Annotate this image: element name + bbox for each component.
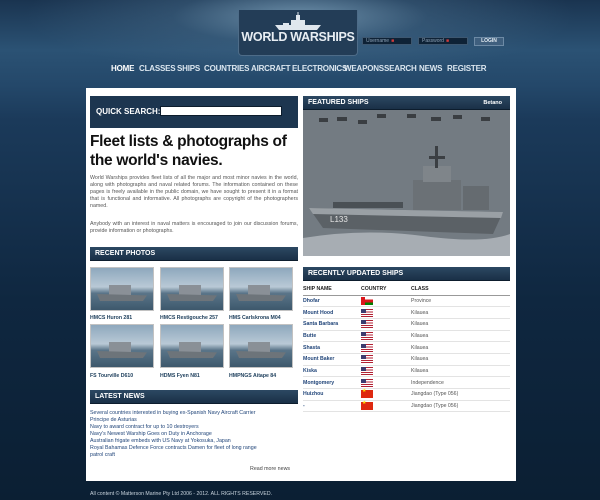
china-flag-icon bbox=[361, 400, 373, 411]
table-row: Mount Hood Kilauea bbox=[303, 306, 510, 319]
table-header-row: SHIP NAME COUNTRY CLASS bbox=[303, 283, 510, 296]
photo-thumbnail[interactable] bbox=[229, 267, 293, 311]
ship-class: Jiangdao (Type 056) bbox=[411, 400, 510, 413]
ship-class: Jiangdao (Type 056) bbox=[411, 388, 510, 401]
china-flag-icon bbox=[361, 388, 373, 399]
usa-flag-icon bbox=[361, 378, 373, 387]
usa-flag-icon bbox=[361, 308, 373, 317]
featured-header: FEATURED SHIPS Betano bbox=[303, 96, 510, 110]
photo-caption[interactable]: HMS Carlskrona M04 bbox=[229, 315, 281, 321]
nav-news[interactable]: NEWS bbox=[419, 64, 442, 73]
footer-copyright: All content © Matterson Marine Pty Ltd 2… bbox=[90, 491, 273, 497]
ship-name-link[interactable]: Mount Hood bbox=[303, 306, 361, 319]
site-name: WORLD WARSHIPS bbox=[241, 30, 355, 44]
ship-name-link[interactable]: Montgomery bbox=[303, 376, 361, 389]
nav-register[interactable]: REGISTER bbox=[447, 64, 486, 73]
ship-name-link[interactable]: Huizhou bbox=[303, 388, 361, 401]
ship-class: Kilauea bbox=[411, 353, 510, 366]
photo-thumbnail[interactable] bbox=[90, 324, 154, 368]
table-row: Butte Kilauea bbox=[303, 330, 510, 343]
nav-ships[interactable]: SHIPS bbox=[177, 64, 200, 73]
ship-class: Kilauea bbox=[411, 365, 510, 378]
photo-thumbnail[interactable] bbox=[229, 324, 293, 368]
photo-thumbnail[interactable] bbox=[160, 267, 224, 311]
table-row: Huizhou Jiangdao (Type 056) bbox=[303, 388, 510, 401]
pennant-number: L133 bbox=[330, 215, 348, 224]
password-field[interactable]: Password ■ bbox=[418, 37, 468, 45]
photo-caption[interactable]: HMPNGS Aitape 84 bbox=[229, 373, 276, 379]
table-row: Montgomery Independence bbox=[303, 376, 510, 389]
news-item[interactable]: Several countries interested in buying e… bbox=[90, 410, 300, 417]
ship-name-link[interactable]: Santa Barbara bbox=[303, 318, 361, 331]
warship-logo-icon bbox=[275, 12, 321, 30]
main-nav: HOME CLASSES SHIPS COUNTRIES AIRCRAFT EL… bbox=[0, 64, 600, 76]
nav-search[interactable]: SEARCH bbox=[384, 64, 417, 73]
usa-flag-icon bbox=[361, 343, 373, 352]
username-field[interactable]: Username ■ bbox=[362, 37, 412, 45]
featured-ship-photo[interactable]: L133 bbox=[303, 110, 510, 256]
photo-caption[interactable]: HDMS Fyen N81 bbox=[160, 373, 200, 379]
ship-class: Kilauea bbox=[411, 306, 510, 319]
nav-aircraft[interactable]: AIRCRAFT bbox=[251, 64, 290, 73]
usa-flag-icon bbox=[361, 331, 373, 340]
nav-countries[interactable]: COUNTRIES bbox=[204, 64, 250, 73]
ship-name-link[interactable]: Shasta bbox=[303, 341, 361, 354]
usa-flag-icon bbox=[361, 320, 373, 329]
column-ship-name: SHIP NAME bbox=[303, 283, 361, 296]
intro-paragraph-2: Anybody with an interest in naval matter… bbox=[90, 221, 298, 235]
ship-name-link[interactable]: Kiska bbox=[303, 365, 361, 378]
usa-flag-icon bbox=[361, 366, 373, 375]
table-row: Santa Barbara Kilauea bbox=[303, 318, 510, 331]
ship-name-link[interactable]: - bbox=[303, 400, 361, 413]
table-row: Dhofar Province bbox=[303, 295, 510, 308]
news-item[interactable]: Navy to award contract for up to 10 dest… bbox=[90, 424, 300, 431]
quick-search-input[interactable] bbox=[160, 106, 282, 116]
photo-caption[interactable]: HMCS Huron 281 bbox=[90, 315, 132, 321]
ship-class: Province bbox=[411, 295, 510, 308]
page-title: Fleet lists & photographs of the world's… bbox=[90, 133, 287, 169]
column-class: CLASS bbox=[411, 283, 510, 296]
photo-thumbnail[interactable] bbox=[160, 324, 224, 368]
nav-electronics[interactable]: ELECTRONICS bbox=[292, 64, 347, 73]
recent-photos-header: RECENT PHOTOS bbox=[90, 247, 298, 261]
site-logo[interactable]: WORLD WARSHIPS bbox=[238, 10, 358, 56]
quick-search: QUICK SEARCH: bbox=[90, 96, 298, 128]
table-row: - Jiangdao (Type 056) bbox=[303, 400, 510, 413]
quick-search-label: QUICK SEARCH: bbox=[96, 107, 161, 116]
news-item[interactable]: Principe de Asturias bbox=[90, 417, 300, 424]
news-item[interactable]: Navy's Newest Warship Goes on Duty in An… bbox=[90, 431, 300, 438]
photo-caption[interactable]: FS Tourville D610 bbox=[90, 373, 133, 379]
ship-name-link[interactable]: Butte bbox=[303, 330, 361, 343]
ship-name-link[interactable]: Dhofar bbox=[303, 295, 361, 308]
ships-table: SHIP NAME COUNTRY CLASS Dhofar Province M… bbox=[303, 283, 510, 413]
featured-ship-name[interactable]: Betano bbox=[483, 96, 502, 110]
photo-caption[interactable]: HMCS Restigouche 257 bbox=[160, 315, 218, 321]
news-list: Several countries interested in buying e… bbox=[90, 410, 300, 459]
intro-paragraph: World Warships provides fleet lists of a… bbox=[90, 175, 298, 210]
usa-flag-icon bbox=[361, 355, 373, 364]
table-row: Kiska Kilauea bbox=[303, 365, 510, 378]
ship-name-link[interactable]: Mount Baker bbox=[303, 353, 361, 366]
table-row: Mount Baker Kilauea bbox=[303, 353, 510, 366]
recently-updated-header: RECENTLY UPDATED SHIPS bbox=[303, 267, 510, 281]
photo-thumbnail[interactable] bbox=[90, 267, 154, 311]
ship-class: Independence bbox=[411, 376, 510, 389]
column-country: COUNTRY bbox=[361, 283, 411, 296]
featured-ship-image: L133 bbox=[303, 110, 510, 256]
news-item[interactable]: Royal Bahamas Defence Force contracts Da… bbox=[90, 445, 300, 452]
ship-class: Kilauea bbox=[411, 318, 510, 331]
ship-class: Kilauea bbox=[411, 341, 510, 354]
latest-news-header: LATEST NEWS bbox=[90, 390, 298, 404]
news-item[interactable]: patrol craft bbox=[90, 452, 300, 459]
oman-flag-icon bbox=[361, 296, 373, 305]
nav-weapons[interactable]: WEAPONS bbox=[344, 64, 384, 73]
ship-class: Kilauea bbox=[411, 330, 510, 343]
login-button[interactable]: LOGIN bbox=[474, 37, 504, 46]
news-item[interactable]: Australian frigate embeds with US Navy a… bbox=[90, 438, 300, 445]
read-more-news-link[interactable]: Read more news bbox=[250, 466, 290, 472]
table-row: Shasta Kilauea bbox=[303, 341, 510, 354]
nav-home[interactable]: HOME bbox=[111, 64, 134, 73]
nav-classes[interactable]: CLASSES bbox=[139, 64, 176, 73]
